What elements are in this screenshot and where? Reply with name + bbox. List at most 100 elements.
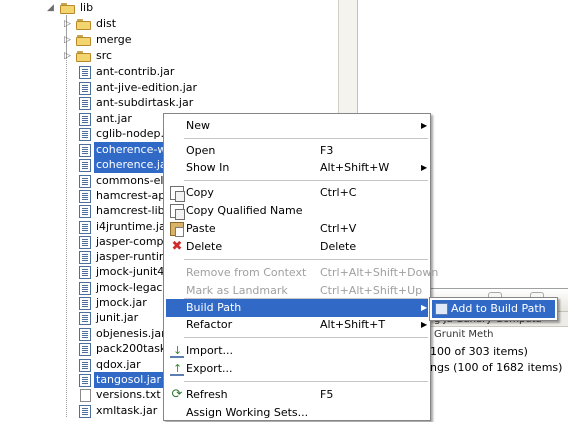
folder-open-icon: [60, 3, 76, 14]
jar-icon: [79, 359, 91, 372]
build-path-icon: [435, 303, 448, 315]
submenu-arrow-icon: ▶: [421, 303, 428, 312]
jar-icon: [79, 128, 91, 141]
menu-item-label: New: [186, 119, 210, 132]
menu-item-build-path[interactable]: Build Path ▶: [166, 299, 428, 317]
menu-separator: [184, 259, 428, 260]
menu-item-label: Assign Working Sets...: [186, 406, 309, 419]
menu-item-refactor[interactable]: Refactor Alt+Shift+T ▶: [166, 316, 428, 334]
refresh-icon: ⟳: [171, 387, 183, 402]
tree-item-label: ant.jar: [96, 112, 132, 125]
menu-item-shortcut: Alt+Shift+W: [320, 161, 390, 174]
jar-icon: [79, 374, 91, 387]
tree-item-src[interactable]: ▷ src: [0, 48, 336, 64]
menu-item-label: Copy Qualified Name: [186, 204, 303, 217]
menu-item-label: Build Path: [186, 301, 242, 314]
tree-item-label: ant-subdirtask.jar: [96, 96, 194, 109]
delete-icon: ✖: [171, 239, 183, 254]
expand-toggle-icon[interactable]: ▷: [63, 32, 72, 48]
expand-toggle-icon[interactable]: ▷: [63, 48, 72, 64]
tree-item-label: objenesis.jar: [96, 327, 166, 340]
tree-item-label: ant-jive-edition.jar: [96, 81, 198, 94]
tree-item-dist[interactable]: ▷ dist: [0, 16, 336, 32]
jar-icon: [79, 266, 91, 279]
folder-icon: [76, 19, 92, 30]
tree-item-label: merge: [96, 33, 132, 46]
menu-item-add-to-build-path[interactable]: Add to Build Path: [432, 300, 555, 318]
jar-icon: [79, 328, 91, 341]
paste-icon: [170, 222, 184, 237]
jar-icon: [79, 405, 91, 418]
menu-item-label: Delete: [186, 240, 223, 253]
menu-item-show-in[interactable]: Show In Alt+Shift+W ▶: [166, 159, 428, 177]
collapse-toggle-icon[interactable]: ◢: [46, 0, 55, 16]
tree-item-label: junit.jar: [96, 311, 139, 324]
menu-item-copy[interactable]: Copy Ctrl+C: [166, 184, 428, 202]
tree-item-lib[interactable]: ◢ lib: [0, 0, 336, 16]
jar-icon: [79, 66, 91, 79]
jar-icon: [79, 159, 91, 172]
tree-item-label: ant-contrib.jar: [96, 65, 175, 78]
jar-icon: [79, 175, 91, 188]
tree-item-file[interactable]: ant-subdirtask.jar: [0, 95, 336, 111]
menu-item-shortcut: F3: [320, 144, 334, 157]
menu-item-delete[interactable]: ✖ Delete Delete: [166, 238, 428, 256]
tree-item-label: src: [96, 49, 113, 62]
menu-separator: [184, 381, 428, 382]
problems-summary-row[interactable]: 100 of 303 items): [430, 344, 528, 360]
jar-icon: [79, 190, 91, 203]
tree-item-merge[interactable]: ▷ merge: [0, 32, 336, 48]
context-menu: New ▶ Open F3 Show In Alt+Shift+W ▶ Copy…: [163, 113, 438, 422]
menu-item-refresh[interactable]: ⟳ Refresh F5: [166, 386, 428, 404]
tree-item-label: dist: [96, 17, 117, 30]
jar-icon: [79, 236, 91, 249]
tree-item-label: coherence.jar: [94, 157, 174, 173]
menu-item-label: Show In: [186, 161, 230, 174]
menu-item-label: Copy: [186, 186, 214, 199]
expand-toggle-icon[interactable]: ▷: [63, 16, 72, 32]
jar-icon: [79, 144, 91, 157]
menu-item-open[interactable]: Open F3: [166, 142, 428, 160]
submenu-arrow-icon: ▶: [421, 320, 428, 329]
jar-icon: [79, 251, 91, 264]
tree-item-file[interactable]: ant-jive-edition.jar: [0, 80, 336, 96]
jar-icon: [79, 97, 91, 110]
problems-summary-row[interactable]: ngs (100 of 1682 items): [430, 360, 562, 376]
text-file-icon: [80, 389, 91, 402]
jar-icon: [79, 312, 91, 325]
menu-item-shortcut: Ctrl+C: [320, 186, 357, 199]
jar-icon: [79, 297, 91, 310]
menu-item-assign-working-sets[interactable]: Assign Working Sets...: [166, 404, 428, 422]
menu-item-shortcut: Alt+Shift+T: [320, 318, 386, 331]
menu-item-label: Open: [186, 144, 216, 157]
tree-item-label: jmock.jar: [96, 296, 147, 309]
tree-item-label: xmltask.jar: [96, 404, 158, 417]
folder-icon: [76, 35, 92, 46]
menu-item-paste[interactable]: Paste Ctrl+V: [166, 220, 428, 238]
menu-item-new[interactable]: New ▶: [166, 117, 428, 135]
menu-item-copy-qualified-name[interactable]: Copy Qualified Name: [166, 202, 428, 220]
menu-item-shortcut: Delete: [320, 240, 357, 253]
menu-item-label: Refactor: [186, 318, 233, 331]
jar-icon: [79, 221, 91, 234]
menu-item-shortcut: Ctrl+Alt+Shift+Down: [320, 266, 439, 279]
menu-item-shortcut: F5: [320, 388, 334, 401]
submenu-arrow-icon: ▶: [421, 121, 428, 130]
submenu-arrow-icon: ▶: [421, 163, 428, 172]
jar-icon: [79, 343, 91, 356]
menu-separator: [184, 337, 428, 338]
menu-item-label: Import...: [186, 344, 233, 357]
tree-item-file[interactable]: ant-contrib.jar: [0, 64, 336, 80]
build-path-submenu: Add to Build Path: [429, 297, 558, 321]
menu-item-label: Export...: [186, 362, 233, 375]
menu-item-export[interactable]: Export...: [166, 360, 428, 378]
tree-item-label: tangosol.jar: [94, 372, 164, 388]
menu-item-shortcut: Ctrl+V: [320, 222, 357, 235]
tree-item-label: qdox.jar: [96, 358, 141, 371]
menu-separator: [184, 180, 428, 181]
tree-item-label: lib: [80, 1, 94, 14]
copy-icon: [170, 204, 185, 220]
jar-icon: [79, 82, 91, 95]
menu-item-import[interactable]: Import...: [166, 342, 428, 360]
menu-item-label: Remove from Context: [186, 266, 307, 279]
